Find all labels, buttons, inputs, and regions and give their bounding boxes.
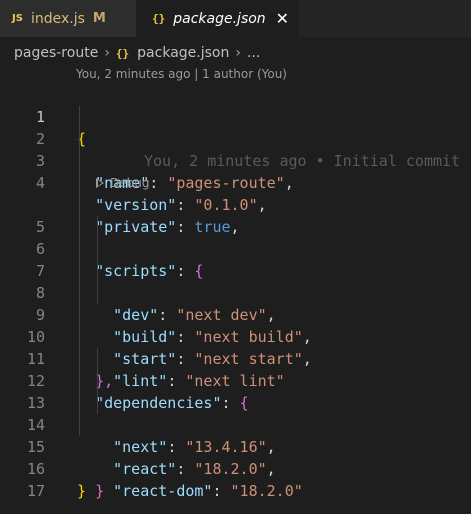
close-brace: } — [95, 482, 105, 500]
json-key: "react-dom" — [113, 482, 213, 500]
indent-guide — [79, 348, 80, 370]
indent-guide — [79, 238, 80, 260]
breadcrumb-folder[interactable]: pages-route — [14, 45, 98, 61]
code-line: 1 { You, 2 minutes ago • Initial commit — [0, 84, 471, 170]
code-line: 17 — [0, 458, 471, 500]
breadcrumb-symbols[interactable]: ... — [247, 45, 260, 61]
indent-guide — [97, 392, 98, 414]
indent-guide — [79, 370, 80, 392]
indent-guide — [79, 326, 80, 348]
code-line: 15 } — [0, 414, 471, 500]
line-number: 17 — [26, 482, 45, 500]
git-blame-codelens[interactable]: You, 2 minutes ago | 1 author (You) — [76, 67, 287, 81]
play-icon — [96, 178, 104, 188]
close-icon[interactable]: ✕ — [276, 10, 289, 27]
code-line: 12 "next": "13.4.16", — [0, 348, 471, 456]
json-string: "18.2.0" — [230, 482, 303, 500]
indent-guide — [79, 172, 80, 194]
indent-guide — [97, 216, 98, 238]
tab-package-json[interactable]: {} package.json ✕ — [136, 0, 299, 37]
debug-codelens-row: Debug — [0, 172, 471, 194]
indent-guide — [79, 194, 80, 216]
indent-guide — [97, 260, 98, 282]
close-brace: } — [77, 482, 87, 500]
code-line: 4 "private": true, — [0, 150, 471, 236]
chevron-right-icon: › — [235, 45, 241, 61]
code-line: 2 "name": "pages-route", — [0, 106, 471, 192]
code-line: 5 "scripts": { — [0, 194, 471, 280]
breadcrumb: pages-route › {} package.json › ... — [14, 42, 260, 64]
modified-badge: M — [92, 11, 106, 26]
indent-guide — [97, 282, 98, 304]
indent-guide — [79, 216, 80, 238]
code-line: 13 "react": "18.2.0", — [0, 370, 471, 478]
indent-guide — [79, 304, 80, 326]
indent-guide — [79, 150, 80, 172]
debug-codelens[interactable]: Debug — [96, 172, 149, 194]
javascript-file-icon: JS — [12, 13, 23, 24]
editor-tab-bar: JS index.js M {} package.json ✕ — [0, 0, 471, 37]
code-line: 8 "start": "next start", — [0, 260, 471, 368]
tab-label: package.json — [173, 10, 266, 27]
indent-guide — [79, 414, 80, 436]
indent-guide — [79, 392, 80, 414]
indent-guide — [97, 348, 98, 370]
json-file-icon: {} — [115, 46, 130, 60]
debug-label: Debug — [110, 176, 150, 190]
tab-label: index.js — [30, 10, 85, 27]
code-editor[interactable]: 1 { You, 2 minutes ago • Initial commit … — [0, 84, 471, 500]
json-file-icon: {} — [152, 12, 166, 25]
code-line: 6 "dev": "next dev", — [0, 216, 471, 324]
tab-index-js[interactable]: JS index.js M — [0, 0, 136, 37]
indent-guide — [79, 282, 80, 304]
chevron-right-icon: › — [104, 45, 110, 61]
indent-guide — [79, 106, 80, 128]
code-line: 14 "react-dom": "18.2.0" — [0, 392, 471, 500]
indent-guide — [79, 128, 80, 150]
code-line: 10 }, — [0, 304, 471, 390]
breadcrumb-file[interactable]: package.json — [137, 45, 229, 61]
code-line: 11 "dependencies": { — [0, 326, 471, 412]
tab-bar-empty-space — [299, 0, 471, 37]
indent-guide — [97, 370, 98, 392]
code-line: 3 "version": "0.1.0", — [0, 128, 471, 214]
indent-guide — [79, 260, 80, 282]
indent-guide — [97, 238, 98, 260]
code-line: 16 } — [0, 436, 471, 500]
code-line: 9 "lint": "next lint" — [0, 282, 471, 390]
code-line: 7 "build": "next build", — [0, 238, 471, 346]
